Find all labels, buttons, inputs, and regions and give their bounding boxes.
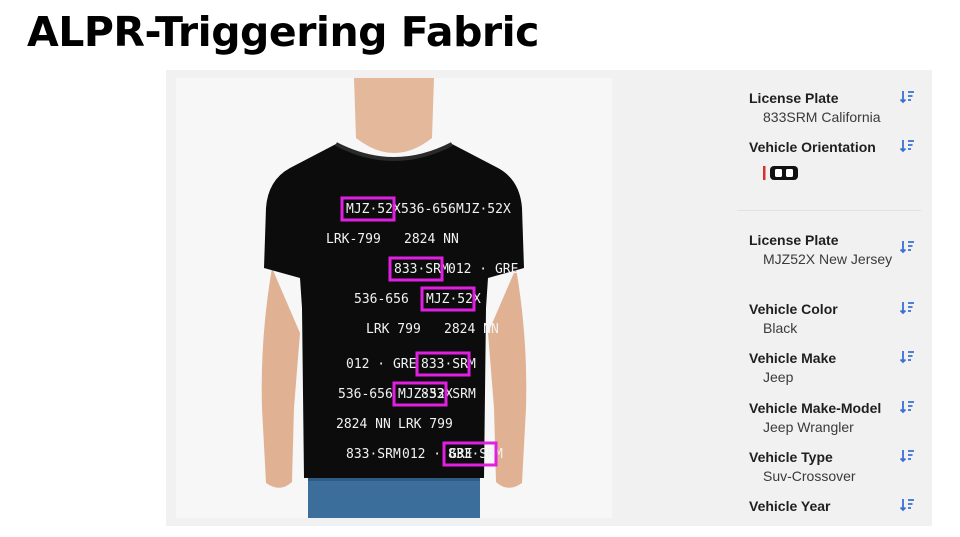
left-arm [261, 268, 300, 488]
shirt-plate-text: 012 · GRE [346, 357, 416, 372]
field-vehicle-type: Vehicle Type Suv-Crossover [749, 448, 919, 486]
shirt-plate-text: 536-656 [354, 292, 409, 307]
vehicle-orientation-icon [762, 164, 802, 182]
sort-icon[interactable] [899, 349, 915, 365]
field-label: License Plate [749, 232, 839, 248]
result-divider [737, 210, 921, 211]
shirt-plate-text: LRK 799 [366, 322, 421, 337]
shirt-plate-text: 2824 NN [336, 417, 391, 432]
slide-title: ALPR-Triggering Fabric [27, 8, 540, 56]
sort-icon[interactable] [899, 399, 915, 415]
product-photo: MJZ·52X 536-656 MJZ·52X LRK-799 2824 NN 833·S… [176, 78, 612, 518]
field-label: Vehicle Year [749, 498, 831, 514]
field-value: Jeep [763, 369, 794, 385]
field-label: Vehicle Make-Model [749, 400, 882, 416]
sort-icon[interactable] [899, 300, 915, 316]
field-label: Vehicle Orientation [749, 139, 876, 155]
field-vehicle-make-model: Vehicle Make-Model Jeep Wrangler [749, 399, 919, 437]
shirt-plate-text: 2824 NN [444, 322, 499, 337]
field-license-plate-1: License Plate 833SRM California [749, 89, 919, 127]
field-license-plate-2: License Plate MJZ52X New Jersey [749, 231, 919, 269]
field-label: Vehicle Make [749, 350, 837, 366]
neck [354, 78, 434, 153]
field-value: Black [763, 320, 798, 336]
field-value: 833SRM California [763, 109, 881, 125]
field-vehicle-orientation: Vehicle Orientation [749, 138, 919, 156]
sort-icon[interactable] [899, 448, 915, 464]
field-value: MJZ52X New Jersey [763, 251, 893, 267]
sort-icon[interactable] [899, 138, 915, 154]
shirt-plate-text: 012 · GRE [448, 262, 518, 277]
sort-icon[interactable] [899, 497, 915, 513]
shirt-plate-text: 2824 NN [404, 232, 459, 247]
field-vehicle-make: Vehicle Make Jeep [749, 349, 919, 387]
field-label: Vehicle Color [749, 301, 838, 317]
field-value: Suv-Crossover [763, 468, 856, 484]
field-vehicle-year: Vehicle Year [749, 497, 919, 515]
tshirt-illustration: MJZ·52X 536-656 MJZ·52XLRK-799 2824 NN833·S… [261, 78, 527, 518]
shirt-plate-text: LRK 799 [398, 417, 453, 432]
shirt-plate-text: MJZ·52X [456, 202, 511, 217]
sort-icon[interactable] [899, 89, 915, 105]
shirt-body [264, 144, 524, 478]
field-vehicle-color: Vehicle Color Black [749, 300, 919, 338]
shirt-plate-text: 536-656 [401, 202, 456, 217]
field-value: Jeep Wrangler [763, 419, 854, 435]
field-label: License Plate [749, 90, 839, 106]
shirt-plate-text: 833·SRM [346, 447, 401, 462]
shirt-plate-text: LRK-799 [326, 232, 381, 247]
shirt-plate-text: 536-656 [338, 387, 393, 402]
field-label: Vehicle Type [749, 449, 833, 465]
sort-icon[interactable] [899, 239, 915, 255]
